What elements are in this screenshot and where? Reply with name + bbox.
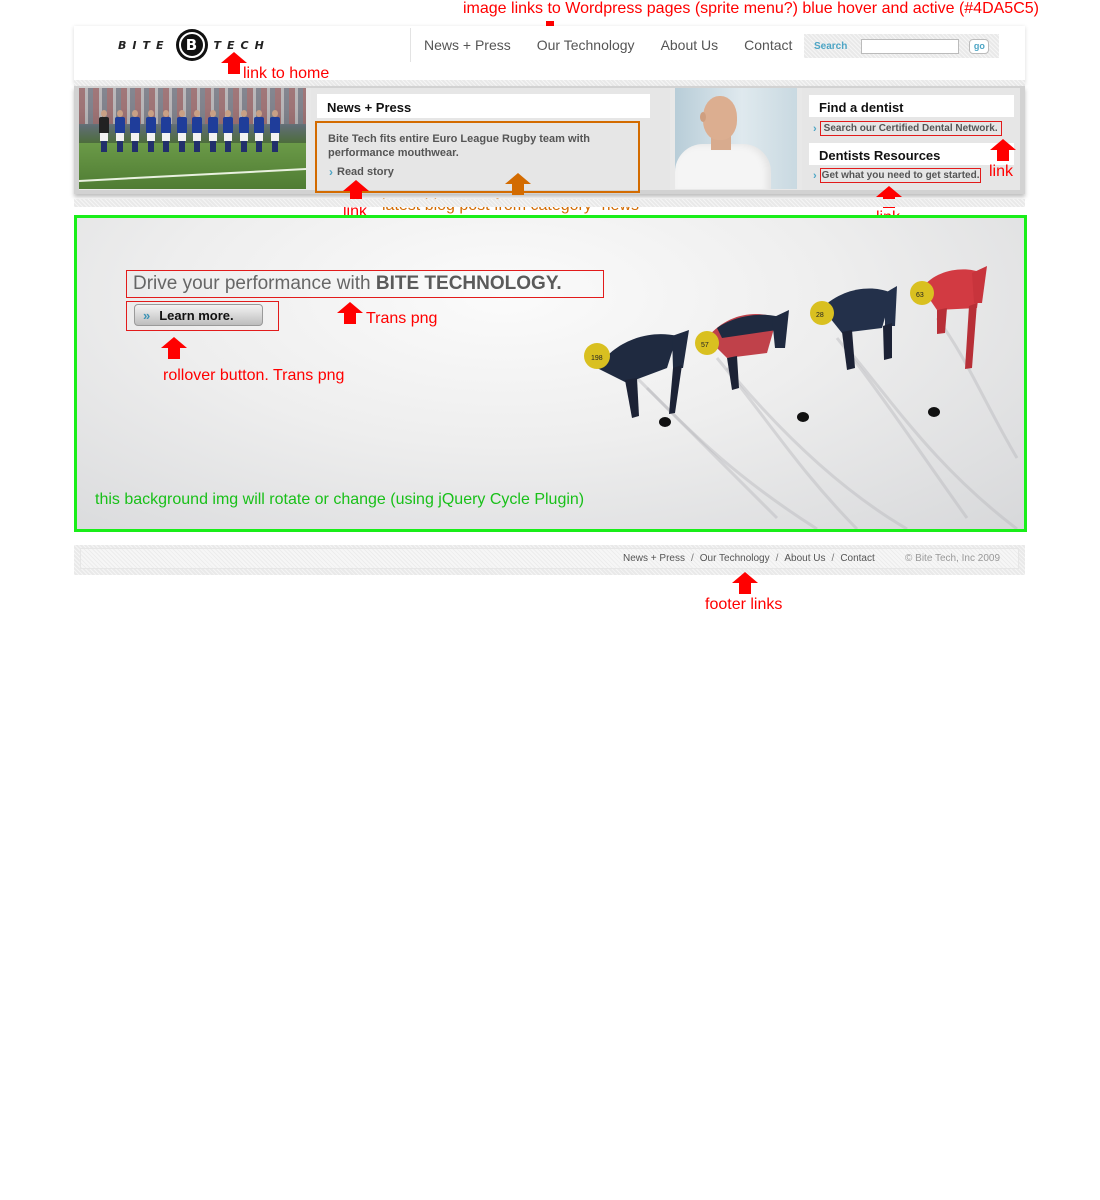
rugby-player-figure [145, 110, 156, 152]
footer-separator: / [690, 553, 694, 564]
nav-item-news-press[interactable]: News + Press [411, 37, 524, 53]
footer-link-our-technology[interactable]: Our Technology [700, 553, 770, 564]
chevron-right-icon: › [813, 122, 817, 135]
skater-1: 198 [584, 330, 689, 418]
dentist-photo [675, 88, 797, 189]
annotation-arrow-up-icon [990, 139, 1016, 161]
footer-links: News + Press / Our Technology / About Us… [623, 553, 875, 564]
rugby-player-figure [223, 110, 233, 152]
footer-separator: / [831, 553, 835, 564]
svg-text:57: 57 [701, 342, 709, 349]
annotation-top-menu: image links to Wordpress pages (sprite m… [463, 0, 1039, 17]
dentist-resources-title-bar: Dentists Resources [809, 143, 1014, 165]
news-title: News + Press [327, 100, 412, 115]
footer-bar [80, 548, 1019, 569]
annotation-link-to-home: link to home [243, 65, 330, 82]
svg-text:28: 28 [816, 312, 824, 319]
copyright-text: © Bite Tech, Inc 2009 [905, 553, 1001, 564]
rugby-player-figure [161, 110, 171, 152]
learn-more-button[interactable]: » Learn more. [134, 304, 263, 326]
find-dentist-title: Find a dentist [819, 100, 904, 115]
rugby-player-figure [192, 110, 202, 152]
dentist-resources-title: Dentists Resources [819, 148, 941, 163]
logo-word-tech: TECH [213, 38, 270, 52]
logo-word-bite: BITE [118, 38, 170, 52]
rugby-player-figure [207, 110, 218, 152]
annotation-arrow-up-icon [337, 302, 363, 324]
annotation-trans-png: Trans png [366, 310, 438, 327]
rugby-player-figure [130, 110, 140, 152]
footer-link-news-press[interactable]: News + Press [623, 553, 685, 564]
footer-link-contact[interactable]: Contact [840, 553, 874, 564]
logo-badge-icon: B [175, 29, 208, 61]
annotation-headline-box [126, 270, 604, 298]
learn-more-label: Learn more. [159, 307, 234, 323]
skater-2: 57 [695, 310, 789, 390]
annotation-rollover: rollover button. Trans png [163, 367, 345, 384]
rugby-team-photo [79, 88, 306, 189]
search-input[interactable] [861, 38, 960, 54]
svg-text:198: 198 [591, 355, 603, 362]
annotation-arrow-up-icon [505, 173, 531, 195]
rugby-player-figure [269, 110, 280, 152]
annotation-rotate: this background img will rotate or chang… [95, 491, 585, 508]
chevron-right-icon: › [813, 169, 817, 182]
search-go-button[interactable]: go [969, 38, 990, 54]
dentist-resources-link-row: › Get what you need to get started. [813, 168, 982, 183]
rugby-player-figure [114, 110, 125, 152]
rugby-player-figure [254, 110, 264, 152]
nav-item-contact[interactable]: Contact [731, 37, 805, 53]
find-dentist-link-row: › Search our Certified Dental Network. [813, 121, 1002, 136]
dentist-resources-link[interactable]: Get what you need to get started. [819, 168, 982, 183]
find-dentist-link[interactable]: Search our Certified Dental Network. [819, 121, 1002, 136]
main-nav: News + Press Our Technology About Us Con… [410, 28, 806, 62]
news-title-bar: News + Press [317, 94, 650, 118]
skater-3: 28 [810, 286, 897, 370]
search-label: Search [814, 40, 848, 52]
footer-separator: / [775, 553, 779, 564]
nav-item-our-technology[interactable]: Our Technology [524, 37, 648, 53]
rugby-player-figure [176, 110, 187, 152]
annotation-footer-links: footer links [705, 596, 783, 613]
double-chevron-right-icon: » [143, 307, 150, 323]
nav-item-about-us[interactable]: About Us [648, 37, 732, 53]
rugby-player-figure [99, 110, 109, 152]
footer-link-about-us[interactable]: About Us [784, 553, 825, 564]
svg-text:63: 63 [916, 292, 924, 299]
annotation-arrow-up-icon [161, 337, 187, 359]
logo-home-link[interactable]: BITE B TECH [118, 29, 270, 61]
find-dentist-title-bar: Find a dentist [809, 95, 1014, 117]
hero-divider-strip [74, 199, 1025, 207]
annotation-arrow-up-icon [732, 572, 758, 594]
annotation-dentist-link-1: link [989, 163, 1014, 180]
skater-4: 63 [910, 266, 987, 369]
search-box: Search go [804, 34, 999, 58]
rugby-player-figure [238, 110, 249, 152]
